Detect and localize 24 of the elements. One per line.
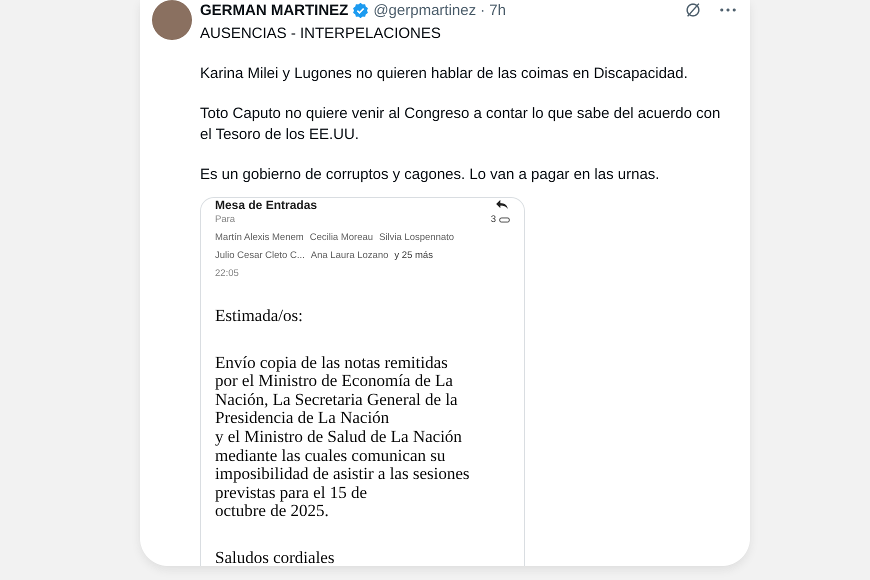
reply-icon: [494, 199, 510, 209]
author-name[interactable]: GERMAN MARTINEZ: [200, 2, 348, 18]
post-text: AUSENCIAS - INTERPELACIONES: [200, 24, 442, 44]
author-handle[interactable]: @gerpmartinez: [373, 2, 476, 18]
post-time: · 7h: [480, 2, 506, 18]
email-subject: Mesa de Entradas: [215, 199, 318, 211]
recipient-name: Ana Laura Lozano: [310, 250, 388, 261]
recipient-name: Julio Cesar Cleto C...: [215, 250, 305, 261]
recipient-name: Silvia Lospennato: [379, 232, 454, 243]
email-body-text: Envío copia de las notas remitidas por el Ministro de Economía de La Nación, La Secretaria General de la Presidencia de La Nación y el Ministro de Salud de La Nación mediante las cuales comunican su imposibilidad de asistir a las sesiones previstas para el 15 de octubre de 2025.: [215, 354, 470, 521]
paperclip-icon: [499, 216, 510, 222]
more-recipients: y 25 más: [394, 250, 433, 261]
recipient-name: Martín Alexis Menem: [215, 232, 304, 243]
avatar[interactable]: [152, 0, 192, 40]
email-time: 22:05: [215, 268, 240, 279]
email-body-text: Estimada/os:: [215, 307, 304, 326]
post-text: Toto Caputo no quiere venir al Congreso a contar lo que sabe del acuerdo con el Tesoro de los EE.UU.: [200, 104, 722, 145]
more-icon[interactable]: [720, 8, 736, 12]
post-text: Karina Milei y Lugones no quieren hablar de las coimas en Discapacidad.: [200, 64, 689, 84]
to-label: Para: [215, 214, 236, 225]
attachment-count: 3: [490, 214, 496, 225]
post-text: Es un gobierno de corruptos y cagones. Lo van a pagar en las urnas.: [200, 165, 660, 185]
recipient-name: Cecilia Moreau: [310, 232, 374, 243]
email-body-text: Saludos cordiales: [215, 548, 336, 566]
